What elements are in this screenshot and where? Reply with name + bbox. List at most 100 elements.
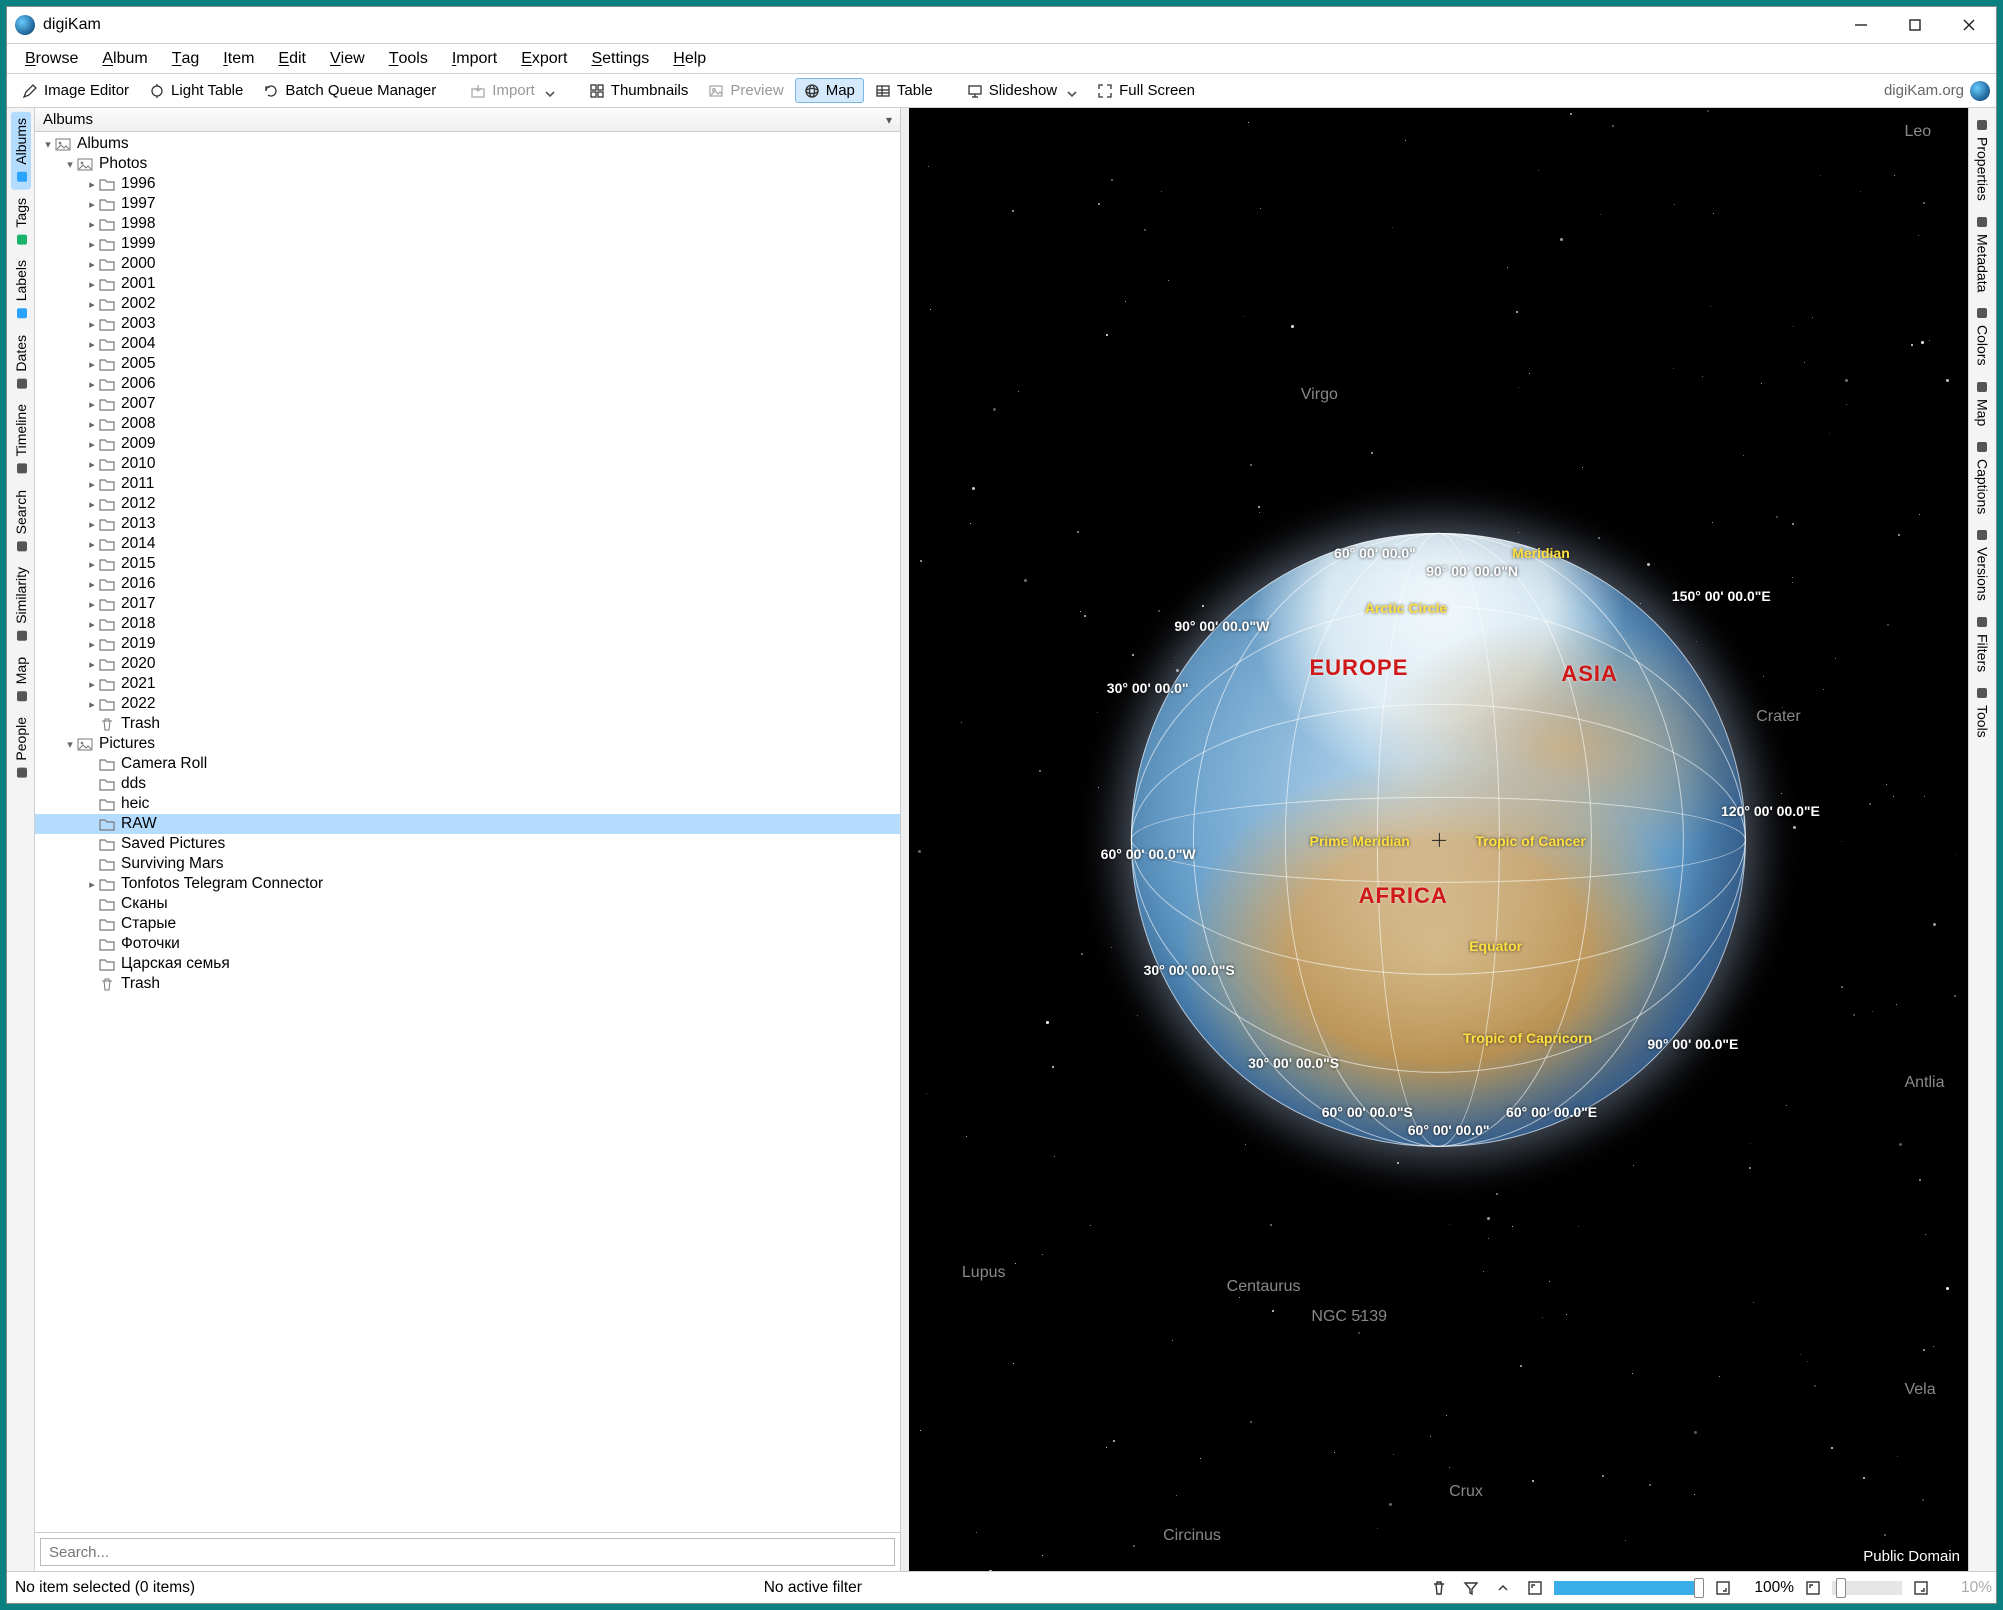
tree-node[interactable]: ▸2011 (35, 474, 900, 494)
tree-node[interactable]: Фоточки (35, 934, 900, 954)
right-tab-tools[interactable]: Tools (1973, 680, 1993, 744)
menu-edit[interactable]: Edit (266, 44, 318, 73)
tree-node[interactable]: ▸2022 (35, 694, 900, 714)
brand-link[interactable]: digiKam.org (1884, 81, 1990, 101)
tree-node[interactable]: ▸1996 (35, 174, 900, 194)
fullscreen-button[interactable]: Full Screen (1088, 78, 1204, 103)
tree-node[interactable]: ▸1998 (35, 214, 900, 234)
left-tab-map[interactable]: Map (11, 651, 31, 709)
collapse-button[interactable] (1490, 1576, 1516, 1600)
albums-tree[interactable]: ▾Albums▾Photos▸1996▸1997▸1998▸1999▸2000▸… (35, 132, 900, 1532)
menu-album[interactable]: Album (90, 44, 159, 73)
tree-node[interactable]: ▸1999 (35, 234, 900, 254)
tree-node[interactable]: ▸2020 (35, 654, 900, 674)
tree-node[interactable]: ▸2003 (35, 314, 900, 334)
tree-node[interactable]: ▸2016 (35, 574, 900, 594)
batch-queue-button[interactable]: Batch Queue Manager (254, 78, 445, 103)
tree-node[interactable]: ▸2019 (35, 634, 900, 654)
tree-node[interactable]: Saved Pictures (35, 834, 900, 854)
left-tab-dates[interactable]: Dates (11, 329, 31, 397)
globe[interactable]: EUROPE ASIA AFRICA Arctic Circle Meridia… (1131, 532, 1745, 1146)
tree-node[interactable]: ▸2018 (35, 614, 900, 634)
expand-toggle[interactable]: ▸ (85, 438, 99, 451)
tree-node[interactable]: heic (35, 794, 900, 814)
trash-button[interactable] (1426, 1576, 1452, 1600)
left-tab-people[interactable]: People (11, 711, 31, 786)
tree-node[interactable]: Camera Roll (35, 754, 900, 774)
expand-toggle[interactable]: ▸ (85, 238, 99, 251)
image-editor-button[interactable]: Image Editor (13, 78, 138, 103)
expand-toggle[interactable]: ▸ (85, 478, 99, 491)
light-table-button[interactable]: Light Table (140, 78, 252, 103)
left-tab-similarity[interactable]: Similarity (11, 561, 31, 649)
expand-toggle[interactable]: ▾ (41, 138, 55, 151)
zoom-slider-main[interactable] (1554, 1581, 1704, 1595)
tree-node[interactable]: ▸2007 (35, 394, 900, 414)
right-tab-colors[interactable]: Colors (1973, 300, 1993, 371)
expand-toggle[interactable]: ▸ (85, 178, 99, 191)
menu-item[interactable]: Item (211, 44, 266, 73)
expand-toggle[interactable]: ▸ (85, 278, 99, 291)
tree-node[interactable]: ▾Photos (35, 154, 900, 174)
expand-toggle[interactable]: ▸ (85, 318, 99, 331)
tree-node[interactable]: ▸2001 (35, 274, 900, 294)
left-tab-search[interactable]: Search (11, 484, 31, 559)
tree-node[interactable]: ▾Pictures (35, 734, 900, 754)
tree-node[interactable]: Старые (35, 914, 900, 934)
tree-node[interactable]: Surviving Mars (35, 854, 900, 874)
window-close-button[interactable] (1942, 7, 1996, 43)
tree-node[interactable]: ▸1997 (35, 194, 900, 214)
tree-node[interactable]: ▸2000 (35, 254, 900, 274)
tree-node[interactable]: ▸2006 (35, 374, 900, 394)
tree-node[interactable]: ▸2015 (35, 554, 900, 574)
menu-help[interactable]: Help (661, 44, 718, 73)
expand-toggle[interactable]: ▾ (63, 738, 77, 751)
tree-node[interactable]: ▸2010 (35, 454, 900, 474)
expand-toggle[interactable]: ▸ (85, 218, 99, 231)
expand-toggle[interactable]: ▸ (85, 418, 99, 431)
zoom-slider-thumb[interactable] (1832, 1581, 1902, 1595)
panel-splitter[interactable] (901, 108, 909, 1571)
tree-node[interactable]: ▸2021 (35, 674, 900, 694)
expand-toggle[interactable]: ▸ (85, 578, 99, 591)
menu-view[interactable]: View (318, 44, 377, 73)
table-view-button[interactable]: Table (866, 78, 942, 103)
expand-toggle[interactable]: ▸ (85, 518, 99, 531)
menu-tools[interactable]: Tools (377, 44, 440, 73)
thumb-zoom-in-button[interactable] (1908, 1576, 1934, 1600)
import-button[interactable]: Import (461, 78, 564, 103)
tree-node[interactable]: ▸2017 (35, 594, 900, 614)
menu-export[interactable]: Export (509, 44, 579, 73)
menu-browse[interactable]: Browse (13, 44, 90, 73)
expand-toggle[interactable]: ▸ (85, 698, 99, 711)
expand-toggle[interactable]: ▸ (85, 458, 99, 471)
preview-view-button[interactable]: Preview (699, 78, 792, 103)
search-input[interactable] (40, 1538, 895, 1566)
expand-toggle[interactable]: ▸ (85, 198, 99, 211)
right-tab-captions[interactable]: Captions (1973, 434, 1993, 520)
tree-node[interactable]: ▸2014 (35, 534, 900, 554)
right-tab-filters[interactable]: Filters (1973, 609, 1993, 678)
left-tab-timeline[interactable]: Timeline (11, 398, 31, 481)
expand-toggle[interactable]: ▸ (85, 258, 99, 271)
expand-toggle[interactable]: ▸ (85, 358, 99, 371)
expand-toggle[interactable]: ▸ (85, 378, 99, 391)
left-tab-labels[interactable]: Labels (11, 254, 31, 326)
thumb-zoom-out-button[interactable] (1800, 1576, 1826, 1600)
filter-button[interactable] (1458, 1576, 1484, 1600)
expand-toggle[interactable]: ▸ (85, 598, 99, 611)
albums-header[interactable]: Albums ▾ (35, 108, 900, 132)
expand-toggle[interactable]: ▸ (85, 558, 99, 571)
tree-node[interactable]: Trash (35, 974, 900, 994)
tree-node[interactable]: ▸Tonfotos Telegram Connector (35, 874, 900, 894)
expand-toggle[interactable]: ▸ (85, 338, 99, 351)
expand-toggle[interactable]: ▸ (85, 878, 99, 891)
window-maximize-button[interactable] (1888, 7, 1942, 43)
slideshow-button[interactable]: Slideshow (958, 78, 1086, 103)
tree-node[interactable]: ▸2005 (35, 354, 900, 374)
right-tab-map[interactable]: Map (1973, 374, 1993, 432)
zoom-in-button[interactable] (1710, 1576, 1736, 1600)
map-view[interactable]: EUROPE ASIA AFRICA Arctic Circle Meridia… (909, 108, 1968, 1571)
right-tab-versions[interactable]: Versions (1973, 522, 1993, 607)
right-tab-metadata[interactable]: Metadata (1973, 209, 1993, 298)
